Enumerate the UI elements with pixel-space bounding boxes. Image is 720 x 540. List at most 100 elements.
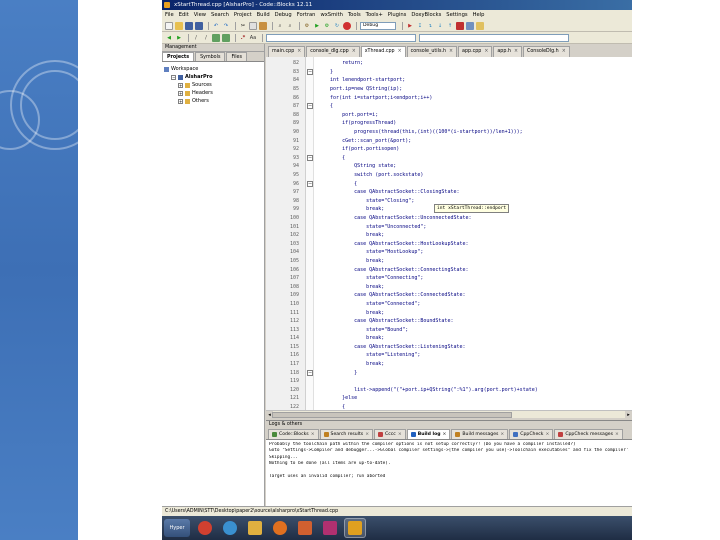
- menu-settings[interactable]: Settings: [446, 12, 467, 18]
- stop-debug-icon[interactable]: [456, 21, 464, 30]
- close-icon[interactable]: ×: [297, 47, 301, 57]
- various-info-icon[interactable]: [476, 21, 484, 30]
- taskbar-app[interactable]: [294, 518, 316, 538]
- build-gear-icon[interactable]: ⚙: [303, 22, 311, 30]
- scope-select[interactable]: [266, 33, 416, 42]
- log-tab-code-blocks[interactable]: Code::Blocks ×: [268, 429, 319, 439]
- next-line-icon[interactable]: ↴: [426, 22, 434, 30]
- collapse-icon[interactable]: −: [171, 74, 176, 80]
- build-target-select[interactable]: Debug: [360, 21, 396, 30]
- menu-doxyblocks[interactable]: DoxyBlocks: [411, 12, 441, 18]
- menu-debug[interactable]: Debug: [275, 12, 292, 18]
- step-into-icon[interactable]: ↓: [436, 22, 444, 30]
- regex-icon[interactable]: .*: [239, 34, 247, 42]
- menu-fortran[interactable]: Fortran: [297, 12, 316, 18]
- close-icon[interactable]: ×: [311, 430, 315, 439]
- save-icon[interactable]: [185, 21, 193, 30]
- jump-back-icon[interactable]: ◀: [165, 34, 173, 42]
- symbol-select[interactable]: [419, 33, 569, 42]
- close-icon[interactable]: ×: [500, 430, 504, 439]
- run-to-cursor-icon[interactable]: ↧: [416, 22, 424, 30]
- taskbar-app[interactable]: [269, 518, 291, 538]
- copy-icon[interactable]: [249, 21, 257, 30]
- replace-icon[interactable]: ⌕: [286, 22, 294, 30]
- close-icon[interactable]: ×: [398, 47, 402, 57]
- redo-icon[interactable]: ↷: [222, 22, 230, 30]
- uncomment-icon[interactable]: /: [202, 34, 210, 42]
- comment-icon[interactable]: /: [192, 34, 200, 42]
- step-out-icon[interactable]: ↑: [446, 22, 454, 30]
- close-icon[interactable]: ×: [449, 47, 453, 57]
- expand-icon[interactable]: +: [178, 90, 183, 96]
- menu-build[interactable]: Build: [257, 12, 270, 18]
- close-icon[interactable]: ×: [615, 430, 619, 439]
- tree-item-sources[interactable]: + Sources: [164, 81, 262, 89]
- rebuild-icon[interactable]: ↻: [333, 22, 341, 30]
- horizontal-scrollbar[interactable]: ◂ ▸: [266, 410, 632, 419]
- close-icon[interactable]: ×: [352, 47, 356, 57]
- menu-wxsmith[interactable]: wxSmith: [320, 12, 342, 18]
- tab-files[interactable]: Files: [226, 52, 247, 61]
- log-tab-cppcheck-messages[interactable]: CppCheck messages ×: [554, 429, 623, 439]
- menu-tools[interactable]: Tools: [348, 12, 361, 18]
- editor-tab-xthread-cpp[interactable]: xThread.cpp ×: [360, 46, 406, 57]
- close-icon[interactable]: ×: [398, 430, 402, 439]
- cut-icon[interactable]: ✂: [239, 22, 247, 30]
- jump-forward-icon[interactable]: ▶: [175, 34, 183, 42]
- taskbar-app[interactable]: [244, 518, 266, 538]
- scroll-thumb[interactable]: [272, 412, 512, 418]
- taskbar-app[interactable]: [319, 518, 341, 538]
- log-tab-build-messages[interactable]: Build messages ×: [451, 429, 509, 439]
- tree-item-others[interactable]: + Others: [164, 97, 262, 105]
- taskbar-app[interactable]: [219, 518, 241, 538]
- editor-tab-console-utils-h[interactable]: console_utils.h ×: [406, 46, 458, 57]
- editor-tab-app-h[interactable]: app.h ×: [493, 46, 522, 57]
- close-icon[interactable]: ×: [443, 430, 447, 439]
- menu-plugins[interactable]: Plugins: [388, 12, 407, 18]
- log-tab-cppcheck[interactable]: CppCheck ×: [509, 429, 554, 439]
- menu-search[interactable]: Search: [211, 12, 229, 18]
- taskbar-app[interactable]: [194, 518, 216, 538]
- log-tab-build-log[interactable]: Build log ×: [406, 429, 451, 439]
- editor-tab-console-dlg-cpp[interactable]: console_dlg.cpp ×: [306, 46, 360, 57]
- new-file-icon[interactable]: [165, 21, 173, 30]
- taskbar-app[interactable]: [344, 518, 366, 538]
- log-tab-search-results[interactable]: Search results ×: [319, 429, 374, 439]
- menu-view[interactable]: View: [194, 12, 206, 18]
- tree-item-alsharpro[interactable]: − AlsharPro: [164, 73, 262, 81]
- start-button[interactable]: Hyper: [164, 519, 190, 537]
- close-icon[interactable]: ×: [484, 47, 488, 57]
- tab-projects[interactable]: Projects: [162, 52, 195, 61]
- run-icon[interactable]: ▶: [313, 22, 321, 30]
- find-icon[interactable]: ⌕: [276, 22, 284, 30]
- undo-icon[interactable]: ↶: [212, 22, 220, 30]
- match-case-icon[interactable]: Aa: [249, 34, 257, 42]
- close-icon[interactable]: ×: [545, 430, 549, 439]
- doxy-icon[interactable]: [212, 33, 220, 42]
- debug-run-icon[interactable]: ▶: [406, 22, 414, 30]
- build-and-run-icon[interactable]: ⚙: [323, 22, 331, 30]
- code-editor[interactable]: − − − − − 82 return; 83 } 84 int lenendport-st…: [266, 57, 632, 410]
- editor-tab-main-cpp[interactable]: main.cpp ×: [268, 46, 306, 57]
- menu-edit[interactable]: Edit: [179, 12, 189, 18]
- menu-project[interactable]: Project: [234, 12, 252, 18]
- tree-item-headers[interactable]: + Headers: [164, 89, 262, 97]
- save-all-icon[interactable]: [195, 21, 203, 30]
- expand-icon[interactable]: +: [178, 82, 183, 88]
- menu-tools[interactable]: Tools+: [366, 12, 383, 18]
- menu-file[interactable]: File: [165, 12, 174, 18]
- debug-windows-icon[interactable]: [466, 21, 474, 30]
- expand-icon[interactable]: +: [178, 98, 183, 104]
- tab-symbols[interactable]: Symbols: [195, 52, 226, 61]
- paste-icon[interactable]: [259, 21, 267, 30]
- open-file-icon[interactable]: [175, 21, 183, 30]
- tree-item-workspace[interactable]: Workspace: [164, 65, 262, 73]
- menu-help[interactable]: Help: [473, 12, 485, 18]
- editor-tab-app-cpp[interactable]: app.cpp ×: [458, 46, 493, 57]
- log-tab-cccc[interactable]: Cccc ×: [374, 429, 406, 439]
- abort-icon[interactable]: [343, 21, 351, 30]
- close-icon[interactable]: ×: [562, 47, 566, 57]
- doxy-block-icon[interactable]: [222, 33, 230, 42]
- close-icon[interactable]: ×: [365, 430, 369, 439]
- close-icon[interactable]: ×: [514, 47, 518, 57]
